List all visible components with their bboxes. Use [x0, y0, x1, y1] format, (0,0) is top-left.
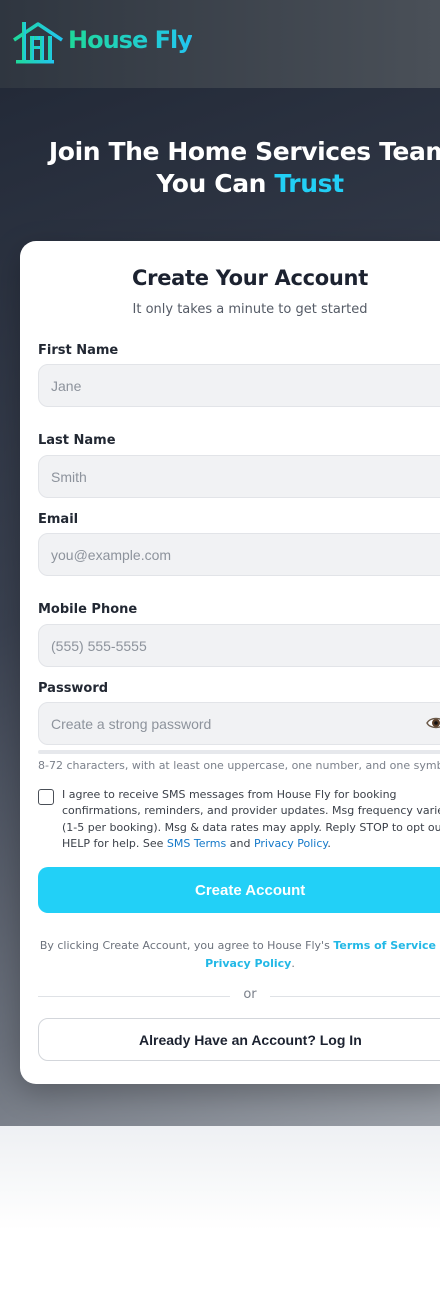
create-account-button[interactable]: Create Account	[38, 867, 440, 913]
headline-line-1: Join The Home Services Team	[48, 137, 440, 166]
legal-prefix: By clicking Create Account, you agree to…	[39, 939, 334, 952]
brand-logo[interactable]: House Fly	[12, 20, 193, 68]
legal-and: and	[436, 939, 440, 952]
login-button[interactable]: Already Have an Account? Log In	[38, 1018, 440, 1061]
site-header: House Fly	[0, 0, 440, 88]
form-subtitle: It only takes a minute to get started	[132, 302, 368, 317]
hero-fade	[0, 1126, 440, 1300]
legal-notice: By clicking Create Account, you agree to…	[0, 937, 440, 973]
hero-headline: Join The Home Services Team You Can Trus…	[0, 136, 440, 200]
terms-of-service-link[interactable]: Terms of Service	[333, 939, 436, 952]
brand-name: House Fly	[68, 26, 193, 54]
divider-right	[270, 996, 440, 997]
phone-field[interactable]	[38, 624, 440, 667]
last-name-field[interactable]	[38, 455, 440, 498]
house-fly-logo-icon	[13, 22, 63, 64]
password-field[interactable]	[38, 702, 440, 745]
sms-terms-link[interactable]: SMS Terms	[167, 837, 226, 850]
password-strength-bar	[38, 750, 440, 754]
sms-consent-text: I agree to receive SMS messages from Hou…	[62, 787, 440, 852]
eye-icon[interactable]	[426, 713, 440, 733]
password-label: Password	[38, 681, 109, 696]
first-name-field[interactable]	[38, 364, 440, 407]
sms-consent-and: and	[226, 836, 254, 850]
first-name-label: First Name	[38, 343, 119, 358]
sms-privacy-link[interactable]: Privacy Policy	[254, 837, 327, 850]
password-hint: 8-72 characters, with at least one upper…	[38, 759, 440, 772]
headline-line-2-prefix: You Can	[156, 169, 275, 198]
email-field[interactable]	[38, 533, 440, 576]
sms-consent-checkbox[interactable]	[38, 789, 54, 805]
privacy-policy-link[interactable]: Privacy Policy	[205, 957, 291, 970]
last-name-label: Last Name	[38, 433, 116, 448]
legal-end: .	[291, 957, 295, 970]
headline-accent: Trust	[274, 169, 344, 198]
sms-consent-end: .	[327, 836, 331, 850]
phone-label: Mobile Phone	[38, 602, 138, 617]
email-label: Email	[38, 512, 79, 527]
divider-or: or	[243, 987, 257, 1002]
form-title: Create Your Account	[132, 266, 368, 290]
